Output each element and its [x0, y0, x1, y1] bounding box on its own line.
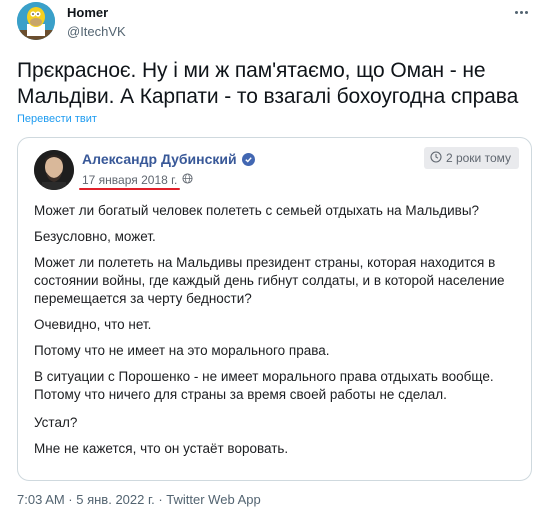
author-name[interactable]: Homer [67, 5, 126, 21]
check-icon [244, 156, 252, 162]
fb-paragraph: В ситуации с Порошенко - не имеет мораль… [34, 369, 494, 402]
fb-paragraph: Очевидно, что нет. [34, 317, 152, 332]
globe-icon [182, 171, 193, 189]
more-icon [514, 10, 518, 14]
verified-badge-icon [241, 152, 255, 166]
author-avatar[interactable] [17, 2, 55, 40]
fb-paragraph: Безусловно, может. [34, 229, 156, 244]
fb-avatar [34, 150, 74, 190]
fb-paragraph: Мне не кажется, что он устаёт воровать. [34, 441, 289, 456]
translate-link[interactable]: Перевести твит [17, 113, 97, 125]
fb-author: Александр Дубинский [82, 151, 255, 167]
homer-avatar-icon [17, 2, 55, 40]
tweet: Homer @ItechVK Прєкрасноє. Ну і ми ж пам… [0, 0, 548, 514]
author-handle[interactable]: @ItechVK [67, 24, 126, 40]
time-ago-badge: 2 роки тому [423, 147, 519, 169]
fb-paragraph: Может ли полететь на Мальдивы президент … [34, 255, 505, 306]
time-ago-text: 2 роки тому [445, 151, 511, 165]
tweet-text: Прєкрасноє. Ну і ми ж пам'ятаємо, що Ома… [17, 59, 519, 108]
person-avatar-icon [34, 150, 74, 190]
fb-author-name: Александр Дубинский [82, 151, 237, 167]
fb-date: 17 января 2018 г. [78, 173, 181, 190]
fb-date-row: 17 января 2018 г. [78, 171, 193, 190]
fb-paragraph: Устал? [34, 415, 78, 430]
author-block: Homer @ItechVK [67, 5, 126, 40]
tweet-meta: 7:03 AM · 5 янв. 2022 г. · Twitter Web A… [17, 492, 261, 507]
fb-paragraph: Может ли богатый человек полететь с семь… [34, 203, 480, 218]
more-icon-dot [519, 10, 523, 14]
more-icon-dot [524, 10, 528, 14]
embedded-image[interactable]: Александр Дубинский 17 января 2018 г. 2 … [17, 137, 532, 481]
clock-icon [430, 150, 442, 166]
fb-paragraph: Потому что не имеет на это морального пр… [34, 343, 330, 358]
more-options-button[interactable] [510, 4, 532, 20]
